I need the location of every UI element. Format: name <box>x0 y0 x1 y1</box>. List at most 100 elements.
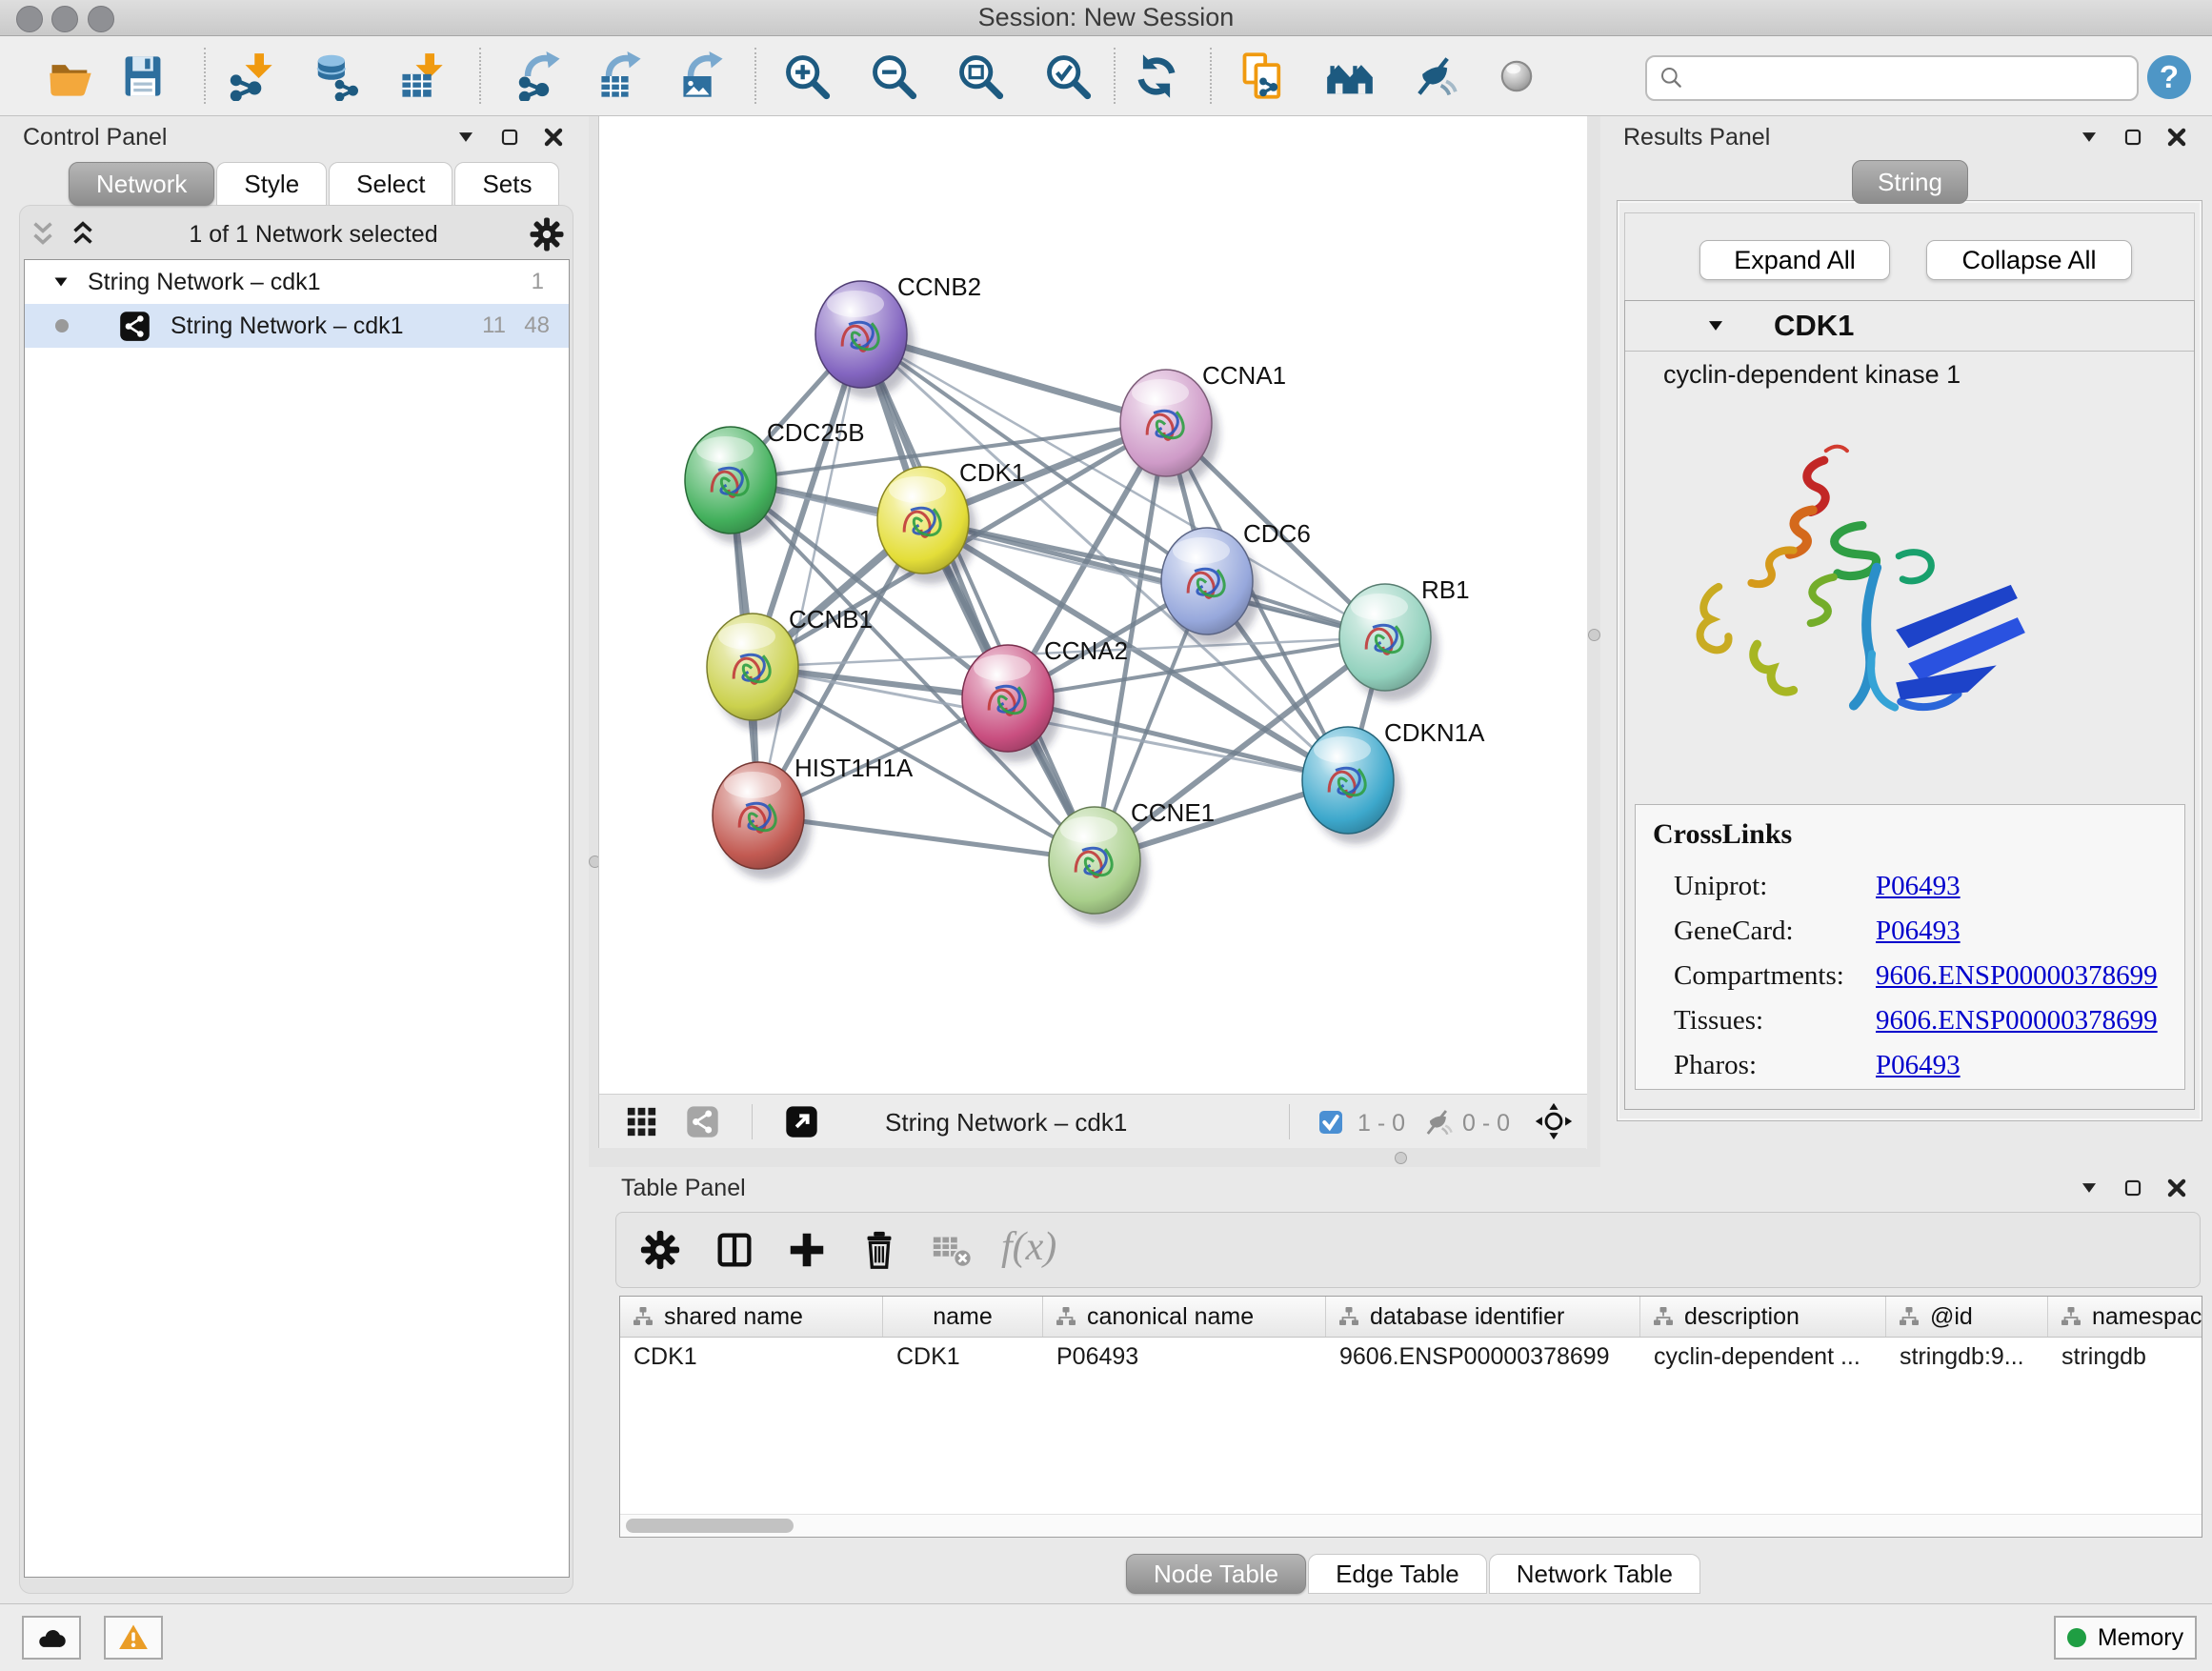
scrollbar-thumb[interactable] <box>626 1519 794 1533</box>
delete-column-icon[interactable] <box>857 1228 901 1272</box>
add-column-icon[interactable] <box>785 1228 829 1272</box>
clone-network-button[interactable] <box>1237 50 1290 103</box>
grid-view-icon[interactable] <box>624 1104 659 1139</box>
show-details-button[interactable] <box>1490 50 1543 103</box>
tab-select[interactable]: Select <box>329 162 452 206</box>
column-header-@id[interactable]: @id <box>1886 1297 2048 1337</box>
hidden-eye-slash-icon[interactable] <box>1420 1106 1453 1138</box>
table-cell[interactable]: stringdb <box>2048 1343 2202 1371</box>
left-splitter[interactable] <box>589 116 598 1167</box>
edge-CCNB2-HIST1H1A[interactable] <box>758 334 861 815</box>
column-header-description[interactable]: description <box>1640 1297 1886 1337</box>
zoom-in-button[interactable] <box>780 50 834 103</box>
horizontal-splitter[interactable] <box>598 1148 1586 1167</box>
search-input[interactable] <box>1687 64 2137 93</box>
tab-sets[interactable]: Sets <box>454 162 559 206</box>
node-CCNA2[interactable]: CCNA2 <box>962 636 1128 762</box>
tab-node-table[interactable]: Node Table <box>1126 1554 1306 1594</box>
window-minimize-button[interactable] <box>51 6 78 32</box>
collapse-all-button[interactable]: Collapse All <box>1926 240 2132 280</box>
panel-menu-icon[interactable] <box>2077 125 2101 150</box>
table-row[interactable]: CDK1CDK1P064939606.ENSP00000378699cyclin… <box>620 1338 2202 1376</box>
crosslink-link[interactable]: 9606.ENSP00000378699 <box>1876 960 2158 992</box>
splitter-grip[interactable] <box>1588 629 1600 641</box>
export-network-button[interactable] <box>513 50 567 103</box>
node-CCNB1[interactable]: CCNB1 <box>707 605 873 731</box>
detach-view-icon[interactable] <box>784 1104 819 1139</box>
network-options-gear-icon[interactable] <box>528 215 566 253</box>
network-collection-row[interactable]: String Network – cdk1 1 <box>25 260 569 304</box>
panel-float-icon[interactable] <box>2121 1176 2145 1200</box>
table-cell[interactable]: 9606.ENSP00000378699 <box>1326 1343 1640 1371</box>
expand-all-button[interactable]: Expand All <box>1699 240 1890 280</box>
import-network-database-button[interactable] <box>307 50 360 103</box>
node-HIST1H1A[interactable]: HIST1H1A <box>713 754 914 879</box>
node-result-header[interactable]: CDK1 <box>1625 301 2194 352</box>
column-header-name[interactable]: name <box>883 1297 1043 1337</box>
warnings-button[interactable] <box>104 1616 163 1660</box>
memory-button[interactable]: Memory <box>2054 1616 2197 1660</box>
export-image-button[interactable] <box>676 50 730 103</box>
apply-layout-button[interactable] <box>1130 50 1183 103</box>
panel-close-icon[interactable] <box>2164 125 2189 150</box>
node-RB1[interactable]: RB1 <box>1339 575 1470 701</box>
window-zoom-button[interactable] <box>88 6 114 32</box>
show-columns-icon[interactable] <box>713 1228 756 1272</box>
column-header-canonical-name[interactable]: canonical name <box>1043 1297 1326 1337</box>
column-header-database-identifier[interactable]: database identifier <box>1326 1297 1640 1337</box>
column-header-shared-name[interactable]: shared name <box>620 1297 883 1337</box>
table-horizontal-scrollbar[interactable] <box>620 1514 2202 1537</box>
hide-details-button[interactable] <box>1406 50 1459 103</box>
node-CCNE1[interactable]: CCNE1 <box>1049 798 1215 924</box>
panel-float-icon[interactable] <box>2121 125 2145 150</box>
splitter-grip[interactable] <box>1395 1152 1407 1164</box>
tree-expand-icon[interactable] <box>50 271 72 293</box>
crosslink-link[interactable]: P06493 <box>1876 871 1961 902</box>
import-network-file-button[interactable] <box>225 50 278 103</box>
expand-all-networks-icon[interactable] <box>67 218 99 251</box>
selected-checkbox-icon[interactable] <box>1316 1107 1346 1137</box>
edge-CDK1-RB1[interactable] <box>923 520 1385 637</box>
zoom-fit-button[interactable] <box>954 50 1007 103</box>
table-cell[interactable]: CDK1 <box>883 1343 1043 1371</box>
collapse-entry-icon[interactable] <box>1703 313 1728 338</box>
crosslink-link[interactable]: 9606.ENSP00000378699 <box>1876 1005 2158 1037</box>
panel-close-icon[interactable] <box>2164 1176 2189 1200</box>
collapse-all-networks-icon[interactable] <box>27 218 59 251</box>
node-CCNA1[interactable]: CCNA1 <box>1120 361 1286 487</box>
window-close-button[interactable] <box>16 6 43 32</box>
export-table-button[interactable] <box>594 50 648 103</box>
tab-network[interactable]: Network <box>69 162 214 206</box>
network-share-icon[interactable] <box>685 1104 720 1139</box>
network-row-selected[interactable]: String Network – cdk1 11 48 <box>25 304 569 348</box>
node-CCNB2[interactable]: CCNB2 <box>815 272 981 398</box>
panel-menu-icon[interactable] <box>2077 1176 2101 1200</box>
zoom-out-button[interactable] <box>867 50 920 103</box>
panel-close-icon[interactable] <box>541 125 566 150</box>
import-table-button[interactable] <box>395 50 449 103</box>
tab-style[interactable]: Style <box>216 162 327 206</box>
right-splitter[interactable] <box>1586 116 1600 1167</box>
zoom-selected-button[interactable] <box>1041 50 1095 103</box>
table-cell[interactable]: stringdb:9... <box>1886 1343 2048 1371</box>
save-session-button[interactable] <box>116 50 170 103</box>
node-CDKN1A[interactable]: CDKN1A <box>1302 718 1485 844</box>
first-neighbors-button[interactable] <box>1323 50 1377 103</box>
column-header-namespace[interactable]: namespace <box>2048 1297 2202 1337</box>
panel-float-icon[interactable] <box>497 125 522 150</box>
table-cell[interactable]: cyclin-dependent ... <box>1640 1343 1886 1371</box>
tab-edge-table[interactable]: Edge Table <box>1308 1554 1487 1594</box>
crosslink-link[interactable]: P06493 <box>1876 1050 1961 1081</box>
tab-network-table[interactable]: Network Table <box>1489 1554 1700 1594</box>
birdseye-crosshair-icon[interactable] <box>1535 1102 1573 1140</box>
table-settings-gear-icon[interactable] <box>638 1228 682 1272</box>
cloud-status-button[interactable] <box>22 1616 81 1660</box>
help-button[interactable]: ? <box>2147 55 2191 99</box>
table-cell[interactable]: CDK1 <box>620 1343 883 1371</box>
open-session-button[interactable] <box>44 50 97 103</box>
crosslink-link[interactable]: P06493 <box>1876 916 1961 947</box>
tab-string[interactable]: String <box>1852 160 1968 204</box>
panel-menu-icon[interactable] <box>453 125 478 150</box>
network-canvas[interactable]: CCNB2CCNA1CDC25BCDK1CDC6RB1CCNB1CCNA2CDK… <box>598 116 1587 1094</box>
table-cell[interactable]: P06493 <box>1043 1343 1326 1371</box>
